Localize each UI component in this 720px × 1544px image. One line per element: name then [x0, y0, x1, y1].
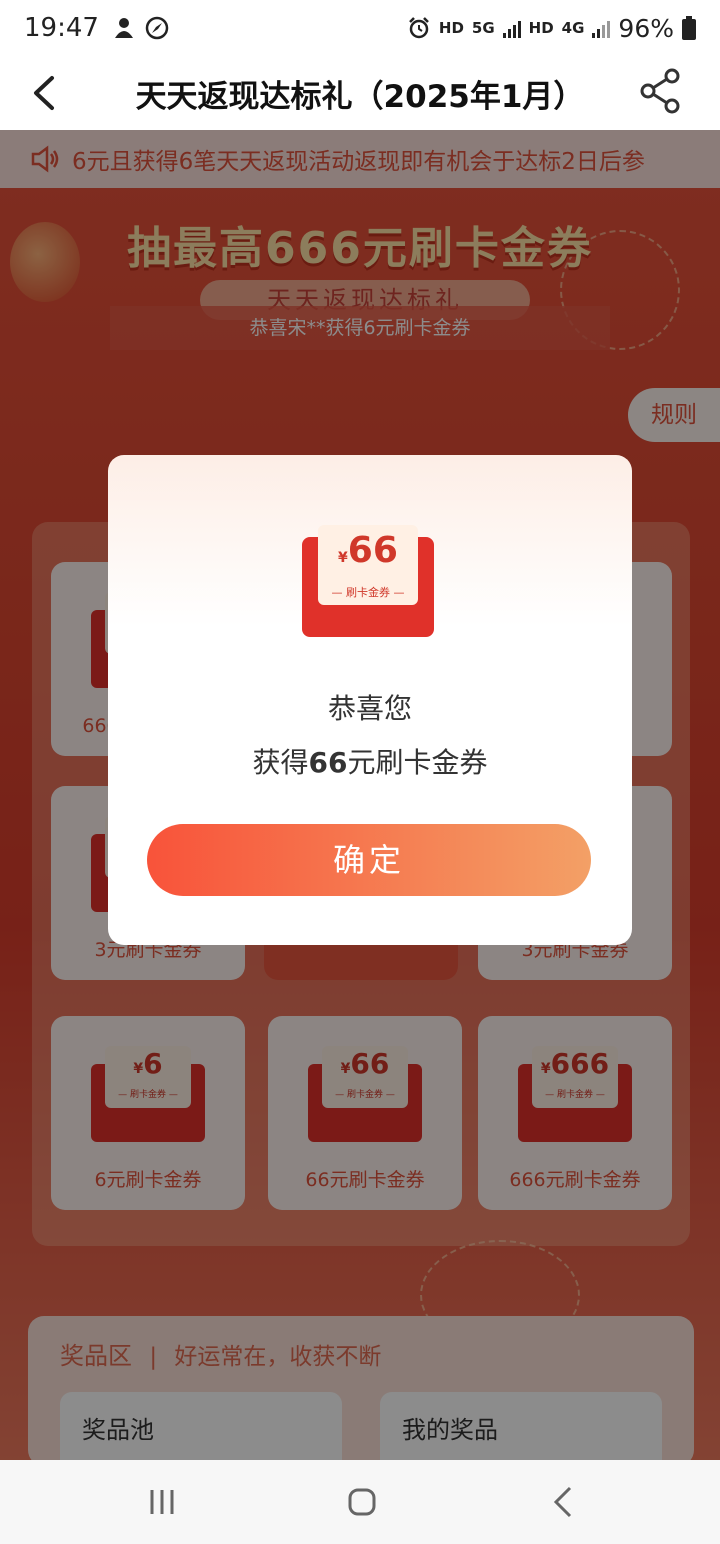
dialog-title: 恭喜您 — [327, 692, 412, 725]
battery-icon — [682, 16, 696, 40]
signal-icon — [502, 18, 521, 38]
alarm-icon — [409, 17, 429, 39]
hd-indicator: HD — [438, 19, 464, 37]
page-title: 天天返现达标礼（2025年1月） — [135, 78, 585, 115]
profile-icon — [114, 18, 133, 38]
red-envelope-icon: ¥66 — 刷卡金券 — — [302, 517, 434, 637]
currency-symbol: ¥ — [338, 550, 348, 566]
dialog-message: 获得66元刷卡金券 — [252, 746, 488, 779]
back-arrow-icon[interactable] — [24, 68, 68, 118]
confirm-button[interactable]: 确定 — [147, 824, 591, 896]
clock: 19:47 — [24, 13, 99, 43]
back-icon[interactable] — [544, 1482, 584, 1522]
hd-indicator-2: HD — [528, 19, 554, 37]
recent-apps-icon[interactable] — [142, 1482, 182, 1522]
prize-result-dialog: ¥66 — 刷卡金券 — 恭喜您 获得66元刷卡金券 确定 — [108, 455, 632, 945]
share-icon[interactable] — [636, 66, 686, 116]
compass-icon — [145, 16, 169, 40]
coupon-amount: 66 — [347, 530, 398, 571]
status-bar: 19:47 HD 5G HD 4G 96% — [0, 0, 720, 56]
network-type: 5G — [471, 19, 495, 37]
home-icon[interactable] — [342, 1482, 382, 1522]
signal-icon-2 — [592, 18, 611, 38]
battery-percent: 96% — [618, 13, 674, 43]
system-nav-bar — [0, 1460, 720, 1544]
app-header: 天天返现达标礼（2025年1月） — [0, 56, 720, 130]
network-type-2: 4G — [561, 19, 585, 37]
coupon-type: — 刷卡金券 — — [331, 586, 405, 599]
